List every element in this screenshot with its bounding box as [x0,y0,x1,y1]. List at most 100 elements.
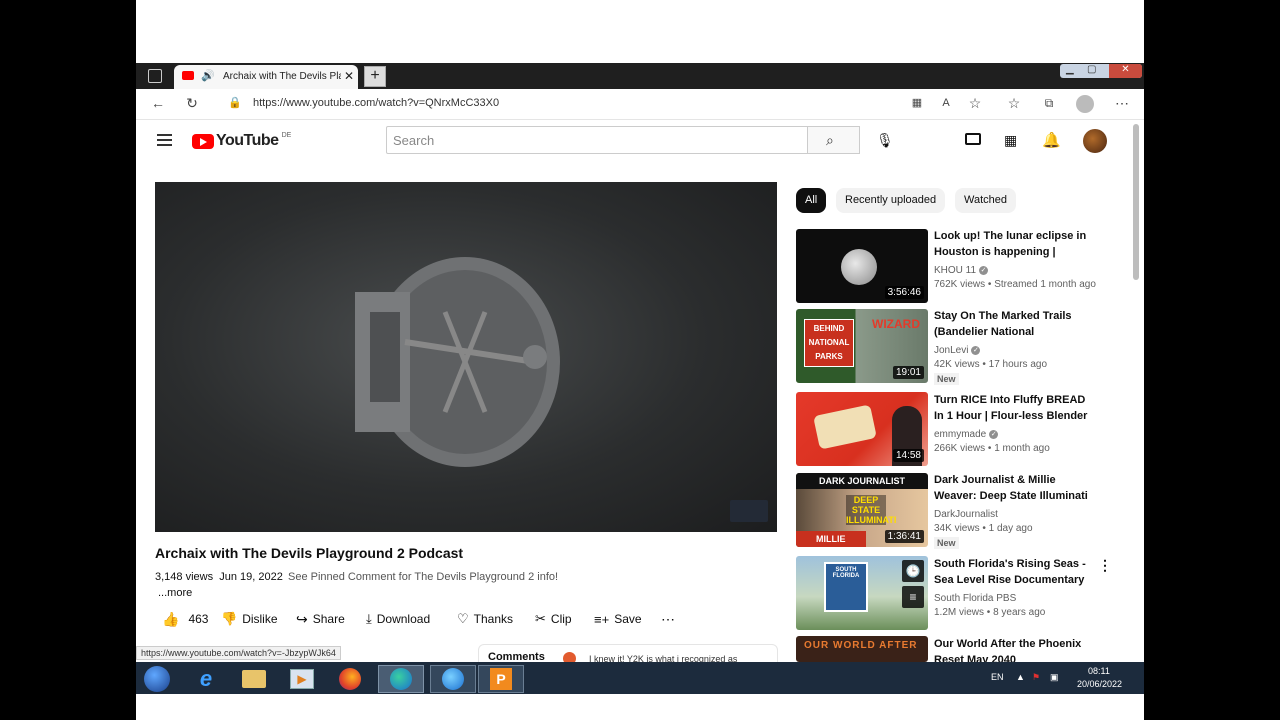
like-button[interactable]: 👍 463 [162,611,208,627]
favorites-icon[interactable]: ☆ [1005,94,1023,112]
video-thumbnail[interactable]: 14:58 [796,392,928,466]
browser-tab[interactable]: 🔊 Archaix with The Devils Play ✕ [174,65,358,89]
channel-name[interactable]: KHOU 11 ✓ [934,265,989,276]
screen-frame: 🔊 Archaix with The Devils Play ✕ + ▁ ▢ ✕… [136,0,1144,720]
save-button[interactable]: ≡+ Save [594,611,642,627]
apps-grid-icon[interactable]: ▦ [1004,132,1017,149]
internet-explorer-icon[interactable]: e [186,665,226,693]
thumb-overlay-text: OUR WORLD AFTER [804,640,918,651]
chip-all[interactable]: All [796,188,827,213]
channel-name[interactable]: JonLevi ✓ [934,345,981,356]
file-explorer-icon[interactable] [234,665,274,693]
verified-check-icon: ✓ [989,429,999,439]
dislike-button[interactable]: 👎 Dislike [221,611,278,627]
download-button[interactable]: ⤓ Download [366,611,430,627]
hamburger-menu-icon[interactable] [157,134,172,146]
add-favorite-icon[interactable]: ☆ [966,94,984,112]
create-icon[interactable] [965,133,981,145]
video-title-link[interactable]: Stay On The Marked Trails (Bandelier Nat… [934,308,1096,340]
notifications-bell-icon[interactable]: 🔔 [1042,131,1061,149]
video-options-icon[interactable]: ⋮ [1098,557,1112,574]
chip-recently-uploaded[interactable]: Recently uploaded [836,188,946,213]
share-icon: ↪ [296,610,308,627]
video-title-link[interactable]: Look up! The lunar eclipse in Houston is… [934,228,1096,260]
video-thumbnail[interactable]: DARK JOURNALIST DEEP STATE ILLUMINATI MI… [796,473,928,547]
reload-icon[interactable]: ↻ [183,94,201,112]
moon-image [841,249,877,285]
app-p-icon[interactable]: P [478,665,524,693]
video-thumbnail[interactable]: OUR WORLD AFTER [796,636,928,662]
network-icon[interactable]: ▣ [1050,672,1059,683]
video-title-link[interactable]: Turn RICE Into Fluffy BREAD In 1 Hour | … [934,392,1096,424]
video-duration: 19:01 [892,366,924,379]
video-stats: 42K views • 17 hours ago [934,359,1048,370]
thanks-button[interactable]: ♡ Thanks [457,611,513,627]
url-field[interactable]: https://www.youtube.com/watch?v=QNrxMcC3… [253,97,499,109]
minimize-icon[interactable]: ▁ [1066,64,1074,75]
video-title-link[interactable]: South Florida's Rising Seas - Sea Level … [934,556,1096,588]
tab-actions-icon[interactable] [148,69,162,83]
chip-watched[interactable]: Watched [955,188,1017,213]
thumbs-up-icon: 👍 [162,610,180,627]
edge-icon[interactable] [378,665,424,693]
collections-icon[interactable]: ⧉ [1040,94,1058,112]
show-more-link[interactable]: ...more [158,587,192,599]
lock-icon[interactable]: 🔒 [226,94,244,112]
youtube-logo[interactable]: YouTube DE [192,132,291,150]
audio-playing-icon[interactable]: 🔊 [201,69,215,82]
add-to-queue-icon[interactable]: ≡ [902,586,924,608]
media-player-icon[interactable]: ▶ [282,665,322,693]
ie-active-icon[interactable] [430,665,476,693]
app-available-icon[interactable]: ▦ [908,94,926,112]
start-button[interactable] [137,665,177,693]
thumb-badge-text: BEHIND NATIONAL PARKS [804,319,854,367]
search-input[interactable]: Search [386,126,808,154]
view-count: 3,148 views [155,571,214,583]
verified-check-icon: ✓ [979,265,989,275]
clip-button[interactable]: ✂ Clip [535,611,572,627]
video-player[interactable] [155,182,777,532]
video-thumbnail[interactable]: 3:56:46 [796,229,928,303]
verified-check-icon: ✓ [971,345,981,355]
tray-arrow-icon[interactable]: ▲ [1016,672,1025,682]
profile-icon[interactable] [1076,95,1094,113]
windows-taskbar: e ▶ P EN ▲ ⚑ ▣ 08:11 20/06/2022 [136,662,1144,694]
channel-name[interactable]: DarkJournalist [934,509,998,520]
share-button[interactable]: ↪ Share [296,611,345,627]
youtube-play-icon [192,133,214,149]
browser-tab-bar: 🔊 Archaix with The Devils Play ✕ + ▁ ▢ ✕ [136,63,1144,89]
youtube-favicon-icon [182,71,194,80]
tab-close-icon[interactable]: ✕ [344,69,354,83]
dislike-label: Dislike [242,612,278,626]
channel-name[interactable]: emmymade ✓ [934,429,999,440]
description-snippet[interactable]: See Pinned Comment for The Devils Playgr… [288,571,558,583]
clock-date[interactable]: 20/06/2022 [1077,679,1122,689]
tab-title: Archaix with The Devils Play [223,71,341,82]
window-close-icon[interactable]: ✕ [1109,64,1142,78]
more-menu-icon[interactable]: ⋯ [1113,94,1131,112]
video-thumbnail[interactable]: SOUTH FLORIDA 🕒 ≡ [796,556,928,630]
more-actions-icon[interactable]: ⋯ [661,611,675,627]
search-button[interactable]: ⌕ [808,126,860,154]
firefox-icon[interactable] [330,665,370,693]
maximize-icon[interactable]: ▢ [1087,64,1096,75]
windows-logo-icon [144,666,170,692]
channel-name[interactable]: South Florida PBS [934,593,1016,604]
back-icon[interactable]: ← [149,94,167,112]
thumb-footer-text: MILLIE WEA [796,531,866,547]
video-title-link[interactable]: Dark Journalist & Millie Weaver: Deep St… [934,472,1096,504]
video-title-link[interactable]: Our World After the Phoenix Reset May 20… [934,636,1096,662]
language-indicator[interactable]: EN [991,672,1004,682]
action-center-flag-icon[interactable]: ⚑ [1032,672,1040,683]
youtube-logo-text: YouTube [216,132,279,149]
new-tab-button[interactable]: + [364,66,386,87]
watch-later-icon[interactable]: 🕒 [902,560,924,582]
download-icon: ⤓ [366,611,372,626]
avatar[interactable] [1083,129,1107,153]
read-aloud-icon[interactable]: A [937,94,955,112]
clock-time[interactable]: 08:11 [1088,666,1110,676]
video-thumbnail[interactable]: BEHIND NATIONAL PARKS WIZARD 19:01 [796,309,928,383]
scrollbar-thumb[interactable] [1133,124,1139,280]
voice-search-icon[interactable]: 🎙 [876,132,894,149]
thanks-icon: ♡ [457,611,469,626]
